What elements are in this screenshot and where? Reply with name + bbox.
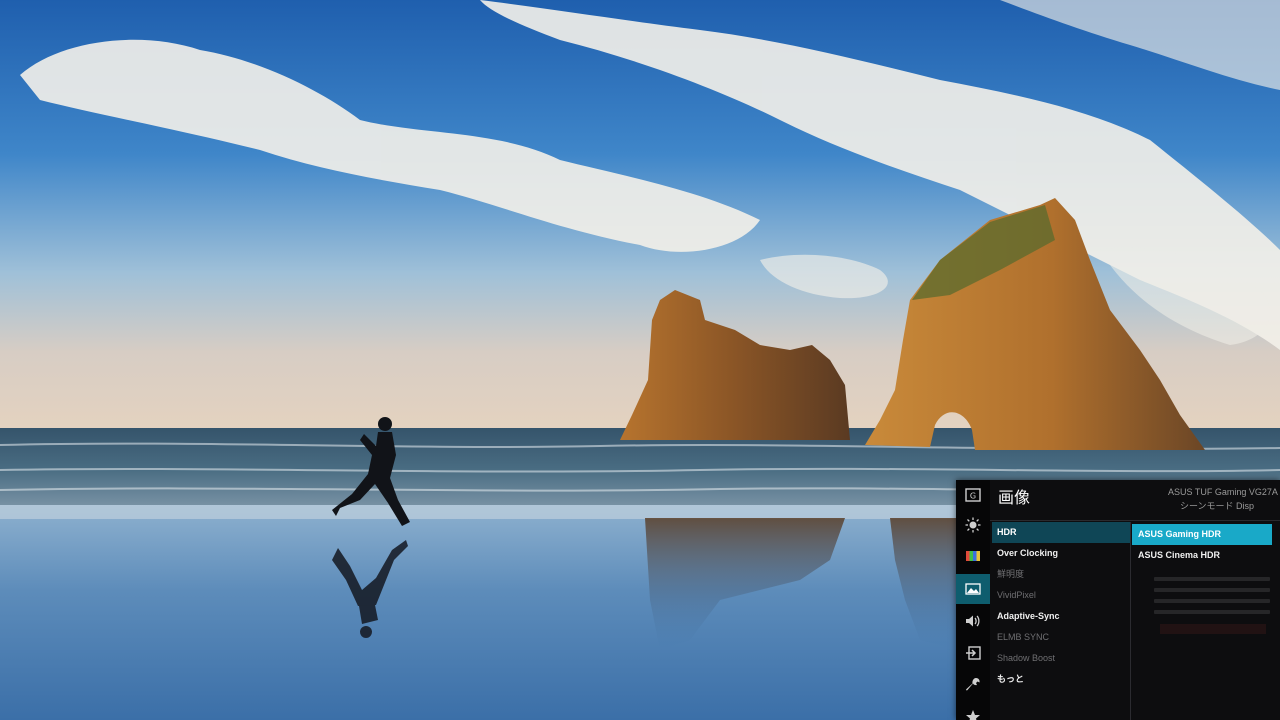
- submenu-item-asus-gaming-hdr[interactable]: ASUS Gaming HDR: [1132, 524, 1272, 545]
- osd-header-divider: [990, 520, 1280, 521]
- menu-item-sharpness[interactable]: 鮮明度: [992, 564, 1130, 585]
- wrench-icon[interactable]: [956, 670, 990, 700]
- image-icon[interactable]: [956, 574, 990, 604]
- osd-hdr-submenu: ASUS Gaming HDR ASUS Cinema HDR: [1132, 524, 1272, 566]
- menu-item-hdr[interactable]: HDR: [992, 522, 1130, 543]
- sound-icon[interactable]: [956, 606, 990, 636]
- menu-item-adaptive-sync[interactable]: Adaptive-Sync: [992, 606, 1130, 627]
- svg-text:G: G: [970, 492, 976, 501]
- osd-section-title: 画像: [998, 488, 1031, 507]
- submenu-item-asus-cinema-hdr[interactable]: ASUS Cinema HDR: [1132, 545, 1272, 566]
- scene-mode-status: シーンモード Disp: [1180, 501, 1255, 511]
- menu-item-vividpixel[interactable]: VividPixel: [992, 585, 1130, 606]
- osd-column-divider: [1130, 522, 1131, 720]
- color-icon[interactable]: [956, 541, 990, 571]
- screen: G 画像 ASUS TUF Gaming VG27A シーンモード Disp H…: [0, 0, 1280, 720]
- menu-item-shadow-boost[interactable]: Shadow Boost: [992, 648, 1130, 669]
- input-icon[interactable]: [956, 638, 990, 668]
- osd-faded-background-panel: [1136, 570, 1276, 640]
- monitor-model-label: ASUS TUF Gaming VG27A: [1168, 487, 1278, 497]
- monitor-osd-menu: G 画像 ASUS TUF Gaming VG27A シーンモード Disp H…: [956, 480, 1280, 720]
- osd-image-menu: HDR Over Clocking 鮮明度 VividPixel Adaptiv…: [992, 522, 1130, 690]
- menu-item-elmb-sync[interactable]: ELMB SYNC: [992, 627, 1130, 648]
- gaming-icon[interactable]: G: [956, 480, 990, 510]
- star-icon[interactable]: [956, 702, 990, 720]
- menu-item-over-clocking[interactable]: Over Clocking: [992, 543, 1130, 564]
- menu-item-more[interactable]: もっと: [992, 669, 1130, 690]
- osd-icon-sidebar: G: [956, 480, 990, 720]
- brightness-icon[interactable]: [956, 510, 990, 540]
